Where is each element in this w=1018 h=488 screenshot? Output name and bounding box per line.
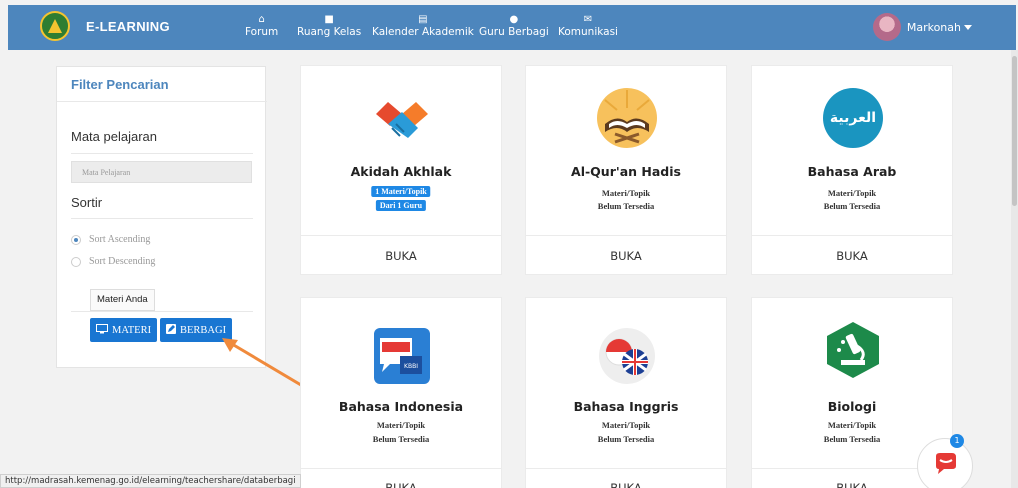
- card-status: Belum Tersedia: [372, 434, 430, 444]
- card-status: Belum Tersedia: [597, 434, 655, 444]
- page-scrollbar[interactable]: [1011, 50, 1018, 488]
- user-menu[interactable]: Markonah: [872, 13, 972, 41]
- microscope-icon: [827, 322, 879, 378]
- kemenag-logo-icon: [40, 11, 70, 41]
- scrollbar-thumb[interactable]: [1012, 56, 1017, 206]
- chat-button[interactable]: [917, 438, 973, 488]
- subject-label: Mata pelajaran: [71, 129, 157, 144]
- nav-ruang-kelas[interactable]: ■ Ruang Kelas: [297, 13, 361, 38]
- card-title: Bahasa Arab: [807, 164, 897, 179]
- chat-bubble-icon: [936, 453, 956, 474]
- card-subtitle: Materi/Topik: [827, 188, 877, 198]
- card-title: Biologi: [827, 399, 877, 414]
- subject-card-bahasa-inggris: Bahasa Inggris Materi/Topik Belum Tersed…: [525, 297, 727, 488]
- tab-materi-anda[interactable]: Materi Anda: [90, 289, 155, 311]
- card-title: Bahasa Inggris: [573, 399, 679, 414]
- envelope-icon: ✉: [583, 14, 593, 25]
- card-subtitle: Materi/Topik: [601, 188, 651, 198]
- caret-down-icon: [964, 24, 972, 30]
- materi-button-label: MATERI: [112, 324, 152, 336]
- subject-card-akidah-akhlak: Akidah Akhlak 1 Materi/Topik Dari 1 Guru…: [300, 65, 502, 275]
- nav-label: Ruang Kelas: [297, 26, 362, 38]
- card-status: Belum Tersedia: [597, 201, 655, 211]
- subject-input[interactable]: Mata Pelajaran: [71, 161, 252, 183]
- user-icon: ●: [509, 14, 519, 25]
- subject-card-bahasa-arab: العربية Bahasa Arab Materi/Topik Belum T…: [751, 65, 953, 275]
- card-title: Akidah Akhlak: [350, 164, 452, 179]
- status-bar-url: http://madrasah.kemenag.go.id/elearning/…: [0, 474, 301, 488]
- top-navbar: E-LEARNING ⌂ Forum ■ Ruang Kelas ▤ Kalen…: [8, 5, 1016, 50]
- flags-exchange-icon: [599, 328, 655, 384]
- quran-book-icon: [597, 88, 657, 148]
- home-icon: ⌂: [258, 14, 265, 25]
- subject-card-al-quran-hadis: Al-Qur'an Hadis Materi/Topik Belum Terse…: [525, 65, 727, 275]
- filter-title: Filter Pencarian: [71, 77, 169, 92]
- brand[interactable]: E-LEARNING: [40, 11, 170, 41]
- buka-button[interactable]: BUKA: [526, 235, 726, 275]
- nav-komunikasi[interactable]: ✉ Komunikasi: [558, 13, 618, 38]
- nav-label: Guru Berbagi: [479, 26, 549, 38]
- card-subtitle: Materi/Topik: [376, 420, 426, 430]
- radio-label: Sort Ascending: [89, 234, 151, 245]
- classroom-icon: ■: [324, 14, 334, 25]
- nav-guru-berbagi[interactable]: ● Guru Berbagi: [479, 13, 549, 38]
- radio-label: Sort Descending: [89, 256, 156, 267]
- nav-forum[interactable]: ⌂ Forum: [245, 13, 278, 38]
- arabic-script-icon: العربية: [823, 88, 883, 148]
- card-status: Belum Tersedia: [823, 434, 881, 444]
- card-subtitle: Materi/Topik: [827, 420, 877, 430]
- buka-button[interactable]: BUKA: [752, 235, 952, 275]
- materi-button[interactable]: MATERI: [90, 318, 158, 342]
- nav-label: Komunikasi: [558, 26, 618, 38]
- sort-ascending-option[interactable]: Sort Ascending: [71, 234, 150, 245]
- buka-button[interactable]: BUKA: [301, 235, 501, 275]
- monitor-icon: [96, 323, 108, 337]
- divider: [57, 101, 267, 102]
- chat-notification-badge: 1: [950, 434, 964, 448]
- buka-button[interactable]: BUKA: [526, 468, 726, 488]
- nav-kalender-akademik[interactable]: ▤ Kalender Akademik: [372, 13, 474, 38]
- sort-label: Sortir: [71, 195, 103, 210]
- sort-descending-option[interactable]: Sort Descending: [71, 256, 155, 267]
- nav-label: Kalender Akademik: [372, 26, 474, 38]
- handshake-icon: [376, 102, 428, 138]
- subject-card-bahasa-indonesia: KBBI Bahasa Indonesia Materi/Topik Belum…: [300, 297, 502, 488]
- svg-text:KBBI: KBBI: [404, 363, 418, 370]
- calendar-icon: ▤: [418, 14, 428, 25]
- user-name: Markonah: [906, 20, 961, 34]
- brand-title: E-LEARNING: [86, 18, 170, 34]
- annotation-arrow-icon: [222, 338, 307, 390]
- avatar: [872, 13, 901, 41]
- radio-checked-icon[interactable]: [71, 234, 81, 245]
- card-title: Bahasa Indonesia: [338, 399, 464, 414]
- card-status: Belum Tersedia: [823, 201, 881, 211]
- materi-count-badge: 1 Materi/Topik: [371, 186, 431, 197]
- divider: [71, 311, 253, 312]
- nav-label: Forum: [245, 26, 279, 38]
- card-subtitle: Materi/Topik: [601, 420, 651, 430]
- buka-button[interactable]: BUKA: [301, 468, 501, 488]
- filter-panel: Filter Pencarian Mata pelajaran Mata Pel…: [56, 66, 267, 368]
- indonesia-speech-icon: KBBI: [374, 328, 430, 384]
- divider: [71, 218, 253, 219]
- divider: [71, 153, 253, 154]
- edit-icon: [166, 323, 176, 337]
- radio-unchecked-icon[interactable]: [71, 256, 81, 267]
- card-title: Al-Qur'an Hadis: [571, 164, 681, 179]
- guru-count-badge: Dari 1 Guru: [375, 200, 427, 211]
